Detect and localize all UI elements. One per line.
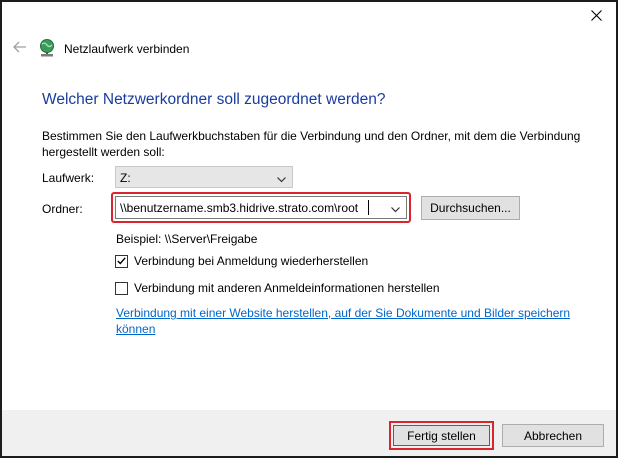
page-heading: Welcher Netzwerkordner soll zugeordnet w…: [42, 91, 386, 108]
instruction-text: Bestimmen Sie den Laufwerkbuchstaben für…: [42, 129, 581, 159]
checkmark-icon: [117, 257, 126, 265]
credentials-label: Verbindung mit anderen Anmeldeinformatio…: [134, 281, 440, 295]
reconnect-option[interactable]: Verbindung bei Anmeldung wiederherstelle…: [115, 254, 368, 268]
back-arrow-icon: [13, 41, 27, 56]
reconnect-label: Verbindung bei Anmeldung wiederherstelle…: [134, 254, 369, 268]
wizard-title: Netzlaufwerk verbinden: [64, 42, 190, 56]
website-link[interactable]: Verbindung mit einer Website herstellen,…: [116, 305, 586, 337]
drive-select[interactable]: Z:: [115, 166, 293, 188]
browse-button[interactable]: Durchsuchen...: [421, 196, 520, 220]
cancel-button[interactable]: Abbrechen: [502, 424, 604, 447]
folder-input[interactable]: \\benutzername.smb3.hidrive.strato.com\r…: [115, 196, 407, 219]
credentials-checkbox[interactable]: [115, 281, 128, 295]
text-caret: [368, 200, 369, 215]
credentials-option[interactable]: Verbindung mit anderen Anmeldeinformatio…: [115, 281, 440, 295]
folder-label: Ordner:: [42, 202, 83, 216]
close-icon: [590, 10, 602, 24]
back-button[interactable]: [10, 38, 30, 58]
finish-button[interactable]: Fertig stellen: [393, 425, 490, 446]
example-text: Beispiel: \\Server\Freigabe: [116, 232, 258, 246]
folder-value: \\benutzername.smb3.hidrive.strato.com\r…: [120, 201, 359, 215]
close-button[interactable]: [584, 6, 608, 28]
network-drive-icon: [38, 38, 58, 58]
dialog-window: Netzlaufwerk verbinden Welcher Netzwerko…: [0, 0, 618, 458]
chevron-down-icon: [277, 172, 286, 186]
drive-label: Laufwerk:: [42, 171, 95, 185]
drive-value: Z:: [120, 171, 131, 185]
reconnect-checkbox[interactable]: [115, 254, 128, 268]
chevron-down-icon[interactable]: [391, 202, 400, 216]
